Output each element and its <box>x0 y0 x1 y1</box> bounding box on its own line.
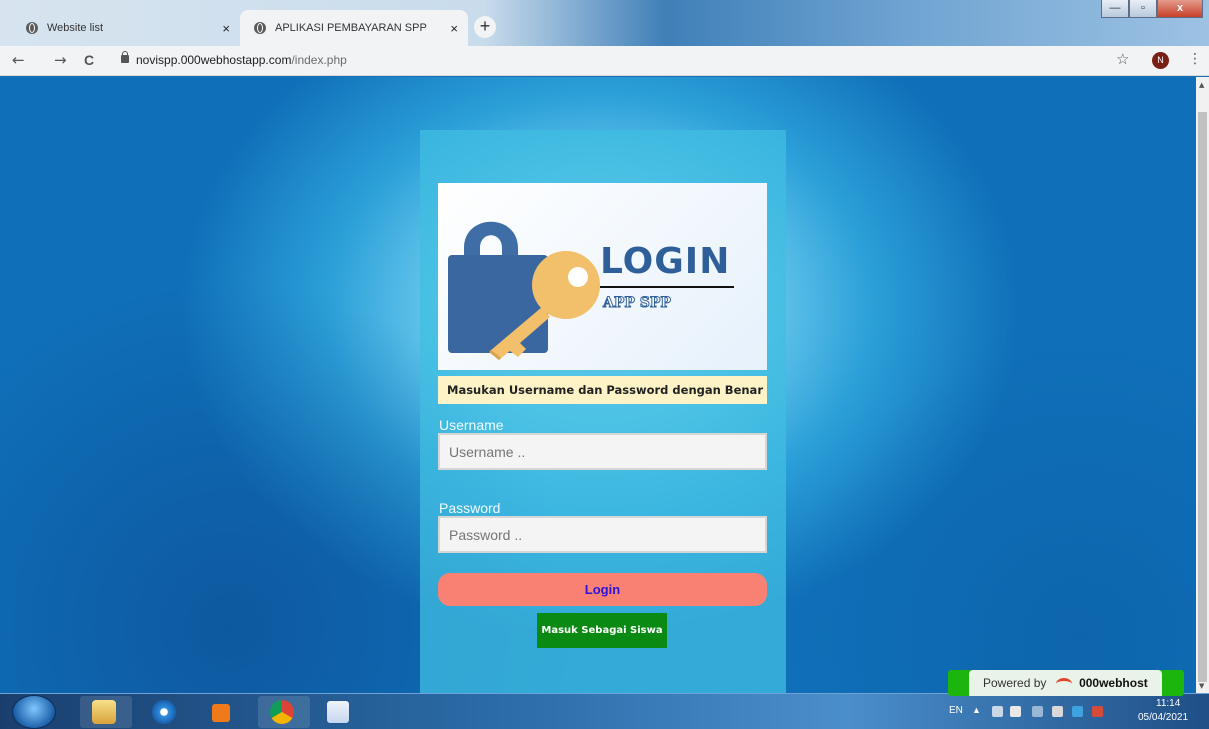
tab-close-icon[interactable]: × <box>450 21 458 36</box>
minimize-button[interactable]: — <box>1101 0 1129 18</box>
show-hidden-icons[interactable]: ▲ <box>972 705 981 715</box>
url-host: novispp.000webhostapp.com <box>136 53 292 67</box>
new-tab-button[interactable]: + <box>474 16 496 38</box>
login-alert: Masukan Username dan Password dengan Ben… <box>438 376 767 404</box>
webhost-logo-icon <box>1055 677 1072 690</box>
scroll-thumb[interactable] <box>1198 112 1207 682</box>
page-viewport: LOGIN APP SPP Masukan Username dan Passw… <box>0 77 1196 693</box>
username-input[interactable] <box>438 433 767 470</box>
reload-icon[interactable]: C <box>84 52 94 68</box>
tab-aplikasi-spp[interactable]: APLIKASI PEMBAYARAN SPP × <box>240 10 468 46</box>
taskbar-explorer[interactable] <box>80 696 132 728</box>
clock-time[interactable]: 11:14 <box>1156 698 1180 709</box>
scroll-down-icon[interactable]: ▼ <box>1199 682 1204 690</box>
network-icon[interactable] <box>992 706 1003 717</box>
app-tray-icon[interactable] <box>1072 706 1083 717</box>
taskbar-media[interactable] <box>198 696 250 728</box>
login-logo: LOGIN APP SPP <box>438 183 767 370</box>
tab-label: APLIKASI PEMBAYARAN SPP <box>275 22 427 34</box>
page-scrollbar[interactable]: ▲ ▼ <box>1196 77 1209 693</box>
maximize-button[interactable]: ▫ <box>1129 0 1157 18</box>
start-button[interactable] <box>12 695 56 729</box>
powered-by-label: Powered by <box>983 676 1047 690</box>
powered-by-badge[interactable]: Powered by 000webhost <box>948 670 1184 696</box>
masuk-siswa-button[interactable]: Masuk Sebagai Siswa <box>537 613 667 648</box>
bookmark-star-icon[interactable]: ☆ <box>1116 50 1129 68</box>
taskbar-chrome[interactable] <box>258 696 310 728</box>
logo-subtitle: APP SPP <box>603 295 672 312</box>
clock-date[interactable]: 05/04/2021 <box>1138 712 1188 723</box>
password-label: Password <box>439 500 501 516</box>
action-center-icon[interactable] <box>1032 706 1043 717</box>
back-arrow-icon[interactable]: ← <box>12 51 25 69</box>
taskbar-word[interactable] <box>314 696 366 728</box>
powered-by-brand: 000webhost <box>1079 676 1148 690</box>
window-controls: — ▫ x <box>1101 0 1203 18</box>
warning-tray-icon[interactable] <box>1092 706 1103 717</box>
login-button[interactable]: Login <box>438 573 767 606</box>
taskbar-ie[interactable] <box>140 696 192 728</box>
speaker-muted-icon[interactable] <box>1052 706 1063 717</box>
chrome-icon <box>270 700 294 724</box>
tab-website-list[interactable]: Website list × <box>12 10 240 46</box>
profile-avatar[interactable]: N <box>1152 52 1169 69</box>
password-input[interactable] <box>438 516 767 553</box>
globe-icon <box>254 22 266 34</box>
login-card: LOGIN APP SPP Masukan Username dan Passw… <box>420 130 786 693</box>
language-indicator[interactable]: EN <box>949 705 963 716</box>
windows-taskbar: EN ▲ 11:14 05/04/2021 <box>0 693 1209 729</box>
forward-arrow-icon[interactable]: → <box>54 51 67 69</box>
username-label: Username <box>439 417 504 433</box>
browser-menu-icon[interactable]: ⋮ <box>1188 51 1202 67</box>
url-path: /index.php <box>291 53 347 67</box>
logo-title: LOGIN <box>600 241 731 282</box>
internet-explorer-icon <box>152 700 176 724</box>
globe-icon <box>26 22 38 34</box>
tab-label: Website list <box>47 22 104 34</box>
folder-icon <box>92 700 116 724</box>
word-icon <box>326 700 350 724</box>
scroll-up-icon[interactable]: ▲ <box>1199 81 1204 89</box>
media-player-icon <box>212 704 230 722</box>
volume-icon[interactable] <box>1010 706 1021 717</box>
address-bar: ← → C novispp.000webhostapp.com/index.ph… <box>0 46 1209 76</box>
browser-tab-bar: Website list × APLIKASI PEMBAYARAN SPP ×… <box>0 0 1209 46</box>
tab-close-icon[interactable]: × <box>222 21 230 36</box>
logo-divider <box>600 286 734 288</box>
window-close-button[interactable]: x <box>1157 0 1203 18</box>
url-field[interactable]: novispp.000webhostapp.com/index.php <box>136 53 347 67</box>
system-tray: EN ▲ 11:14 05/04/2021 <box>940 694 1209 729</box>
lock-icon[interactable] <box>121 51 129 63</box>
